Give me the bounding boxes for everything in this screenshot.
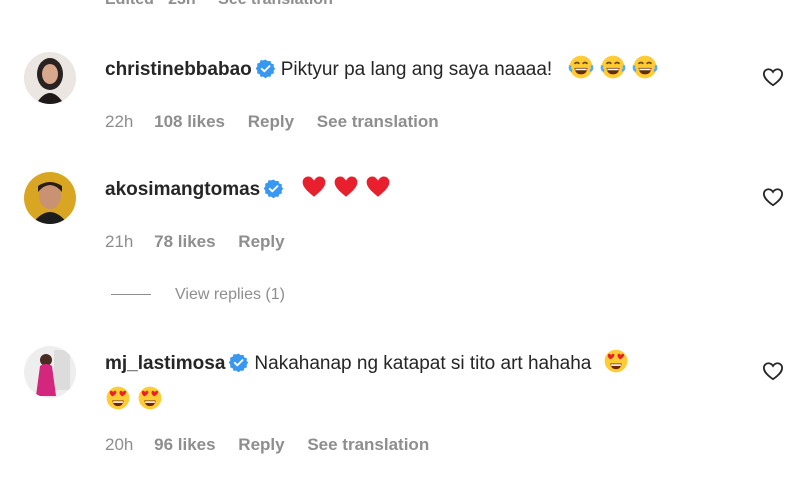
avatar[interactable]	[24, 172, 76, 224]
comment-meta: 20h 96 likes Reply See translation	[105, 435, 447, 455]
reply-button[interactable]: Reply	[238, 435, 284, 454]
view-replies-label: View replies (1)	[175, 286, 285, 303]
like-heart-icon[interactable]	[762, 361, 784, 381]
edited-time: Edited · 23h	[105, 0, 196, 8]
face-with-tears-of-joy-icon	[568, 54, 594, 80]
see-translation-link[interactable]: See translation	[307, 435, 429, 454]
red-heart-icon	[333, 174, 359, 200]
comment-text: Piktyur pa lang ang saya naaaa!	[280, 59, 553, 80]
comment-time[interactable]: 20h	[105, 435, 133, 454]
red-heart-icon	[365, 174, 391, 200]
reply-button[interactable]: Reply	[248, 112, 294, 131]
comment-text: Nakahanap ng katapat si tito art hahaha	[254, 353, 592, 374]
smiling-face-with-heart-eyes-icon	[137, 385, 163, 411]
likes-count[interactable]: 78 likes	[154, 232, 215, 251]
username[interactable]: akosimangtomas	[105, 179, 260, 200]
verified-badge-icon	[264, 179, 283, 198]
comment-meta: 22h 108 likes Reply See translation	[105, 112, 457, 132]
comment-time[interactable]: 22h	[105, 112, 133, 131]
see-translation-link[interactable]: See translation	[218, 0, 333, 8]
see-translation-link[interactable]: See translation	[317, 112, 439, 131]
replies-divider	[111, 294, 151, 296]
face-with-tears-of-joy-icon	[632, 54, 658, 80]
avatar[interactable]	[24, 52, 76, 104]
face-with-tears-of-joy-icon	[600, 54, 626, 80]
smiling-face-with-heart-eyes-icon	[105, 385, 131, 411]
username[interactable]: christinebbabao	[105, 59, 252, 80]
view-replies-button[interactable]: View replies (1)	[111, 286, 285, 304]
red-heart-icon	[301, 174, 327, 200]
like-heart-icon[interactable]	[762, 67, 784, 87]
comment-body: mj_lastimosa Nakahanap ng katapat si tito…	[105, 348, 725, 416]
avatar[interactable]	[24, 346, 76, 398]
verified-badge-icon	[256, 59, 275, 78]
comment-meta: 21h 78 likes Reply	[105, 232, 303, 252]
like-heart-icon[interactable]	[762, 187, 784, 207]
comment-body: akosimangtomas	[105, 174, 725, 205]
username[interactable]: mj_lastimosa	[105, 353, 225, 374]
reply-button[interactable]: Reply	[238, 232, 284, 251]
likes-count[interactable]: 108 likes	[154, 112, 225, 131]
previous-comment-meta: Edited · 23h See translation	[105, 0, 333, 9]
smiling-face-with-heart-eyes-icon	[603, 348, 629, 374]
verified-badge-icon	[229, 353, 248, 372]
comment-body: christinebbabao Piktyur pa lang ang saya …	[105, 54, 725, 85]
likes-count[interactable]: 96 likes	[154, 435, 215, 454]
comment-time[interactable]: 21h	[105, 232, 133, 251]
